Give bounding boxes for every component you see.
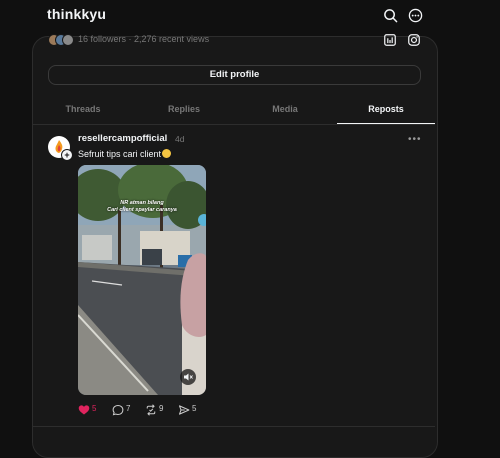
post-more-icon[interactable]: ••• <box>408 134 422 145</box>
post-caption-text: Sefruit tips cari client <box>78 149 162 159</box>
reply-icon <box>112 404 124 416</box>
followers-and-views[interactable]: 16 followers · 2,276 recent views <box>78 34 209 44</box>
search-icon[interactable] <box>383 8 398 23</box>
post-actions: 5 7 9 5 <box>78 403 218 416</box>
repost-count: 9 <box>159 404 164 413</box>
send-icon <box>178 405 190 415</box>
instagram-icon[interactable] <box>407 33 421 47</box>
post-username[interactable]: resellercampofficial <box>78 133 167 144</box>
more-circle-icon[interactable] <box>408 8 423 23</box>
repost-icon <box>146 404 156 416</box>
reply-count: 7 <box>126 404 131 413</box>
edit-profile-button[interactable]: Edit profile <box>48 65 421 85</box>
repost-button[interactable]: 9 <box>145 403 163 416</box>
tab-reposts[interactable]: Reposts <box>337 98 435 124</box>
reply-button[interactable]: 7 <box>112 403 130 416</box>
post-timestamp: 4d <box>175 134 185 144</box>
mute-button[interactable] <box>180 369 196 385</box>
like-count: 5 <box>92 404 97 413</box>
follow-plus-icon[interactable]: + <box>61 149 73 161</box>
tab-media[interactable]: Media <box>236 98 334 124</box>
tab-replies[interactable]: Replies <box>135 98 233 124</box>
post-video[interactable]: NR atman bilang Cari client spaylar cara… <box>78 165 206 395</box>
video-overlay-line2: Cari client spaylar caranya <box>107 207 177 213</box>
share-count: 5 <box>192 404 197 413</box>
heart-filled-icon <box>78 405 90 415</box>
like-button[interactable]: 5 <box>78 403 96 415</box>
speaker-muted-icon <box>184 373 193 381</box>
share-button[interactable]: 5 <box>178 403 196 415</box>
post-caption: Sefruit tips cari client <box>78 149 172 159</box>
tab-threads[interactable]: Threads <box>34 98 132 124</box>
insights-icon[interactable] <box>383 33 397 47</box>
follower-avatars <box>48 34 76 46</box>
smirk-emoji-icon <box>162 149 172 158</box>
profile-meta: 16 followers · 2,276 recent views <box>48 34 228 46</box>
post-divider <box>33 426 435 427</box>
tabs-divider <box>33 124 435 125</box>
top-bar: thinkkyu <box>0 0 500 32</box>
profile-username-header: thinkkyu <box>47 6 107 22</box>
video-overlay-line1: NR atman bilang <box>120 200 164 206</box>
